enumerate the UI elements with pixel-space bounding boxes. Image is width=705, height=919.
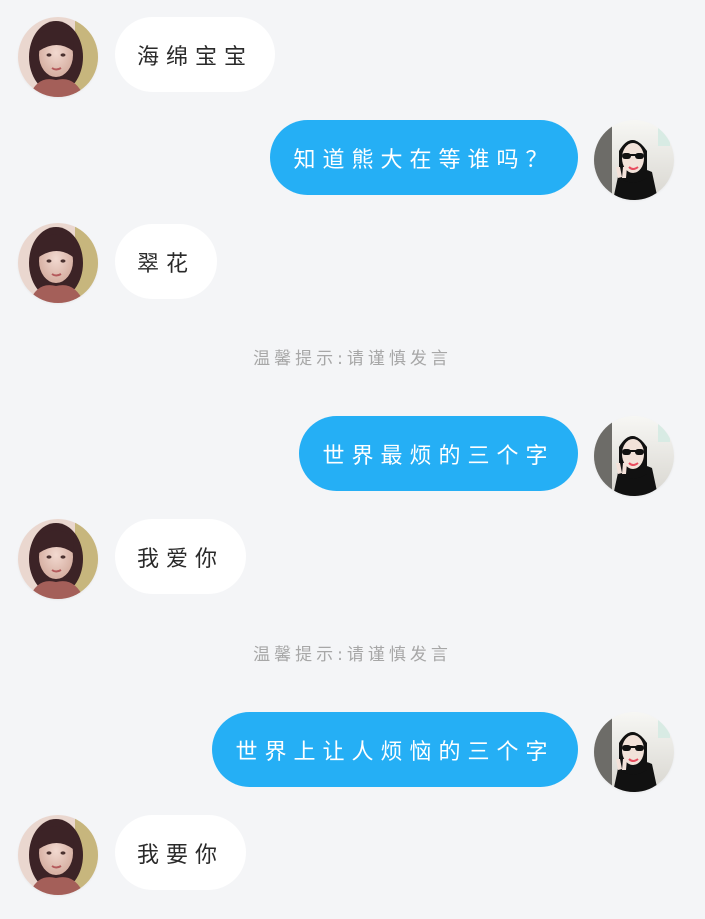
message-bubble[interactable]: 翠花 xyxy=(115,224,217,299)
right-avatar-icon[interactable] xyxy=(594,712,674,792)
message-text: 翠花 xyxy=(136,251,195,277)
message-bubble[interactable]: 我爱你 xyxy=(115,519,246,594)
message-bubble[interactable]: 我要你 xyxy=(115,815,246,890)
left-avatar-icon[interactable] xyxy=(18,815,98,895)
message-text: 世界最烦的三个字 xyxy=(322,443,555,469)
message-bubble[interactable]: 世界上让人烦恼的三个字 xyxy=(212,712,578,787)
left-avatar-icon[interactable] xyxy=(18,519,98,599)
right-avatar-icon[interactable] xyxy=(594,416,674,496)
system-hint: 温馨提示:请谨慎发言 xyxy=(253,645,452,665)
message-text: 我爱你 xyxy=(136,546,224,572)
chat-area: 海绵宝宝 知道熊大在等谁吗？ 翠花 温馨提示:请谨慎发言 世界最烦的三个字 我爱… xyxy=(0,0,705,919)
right-avatar-icon[interactable] xyxy=(594,120,674,200)
message-bubble[interactable]: 世界最烦的三个字 xyxy=(299,416,578,491)
system-hint: 温馨提示:请谨慎发言 xyxy=(253,349,452,369)
left-avatar-icon[interactable] xyxy=(18,17,98,97)
message-bubble[interactable]: 知道熊大在等谁吗？ xyxy=(270,120,578,195)
message-text: 世界上让人烦恼的三个字 xyxy=(235,739,555,765)
message-text: 知道熊大在等谁吗？ xyxy=(293,147,555,173)
message-bubble[interactable]: 海绵宝宝 xyxy=(115,17,275,92)
message-text: 我要你 xyxy=(136,842,224,868)
left-avatar-icon[interactable] xyxy=(18,223,98,303)
message-text: 海绵宝宝 xyxy=(136,44,253,70)
